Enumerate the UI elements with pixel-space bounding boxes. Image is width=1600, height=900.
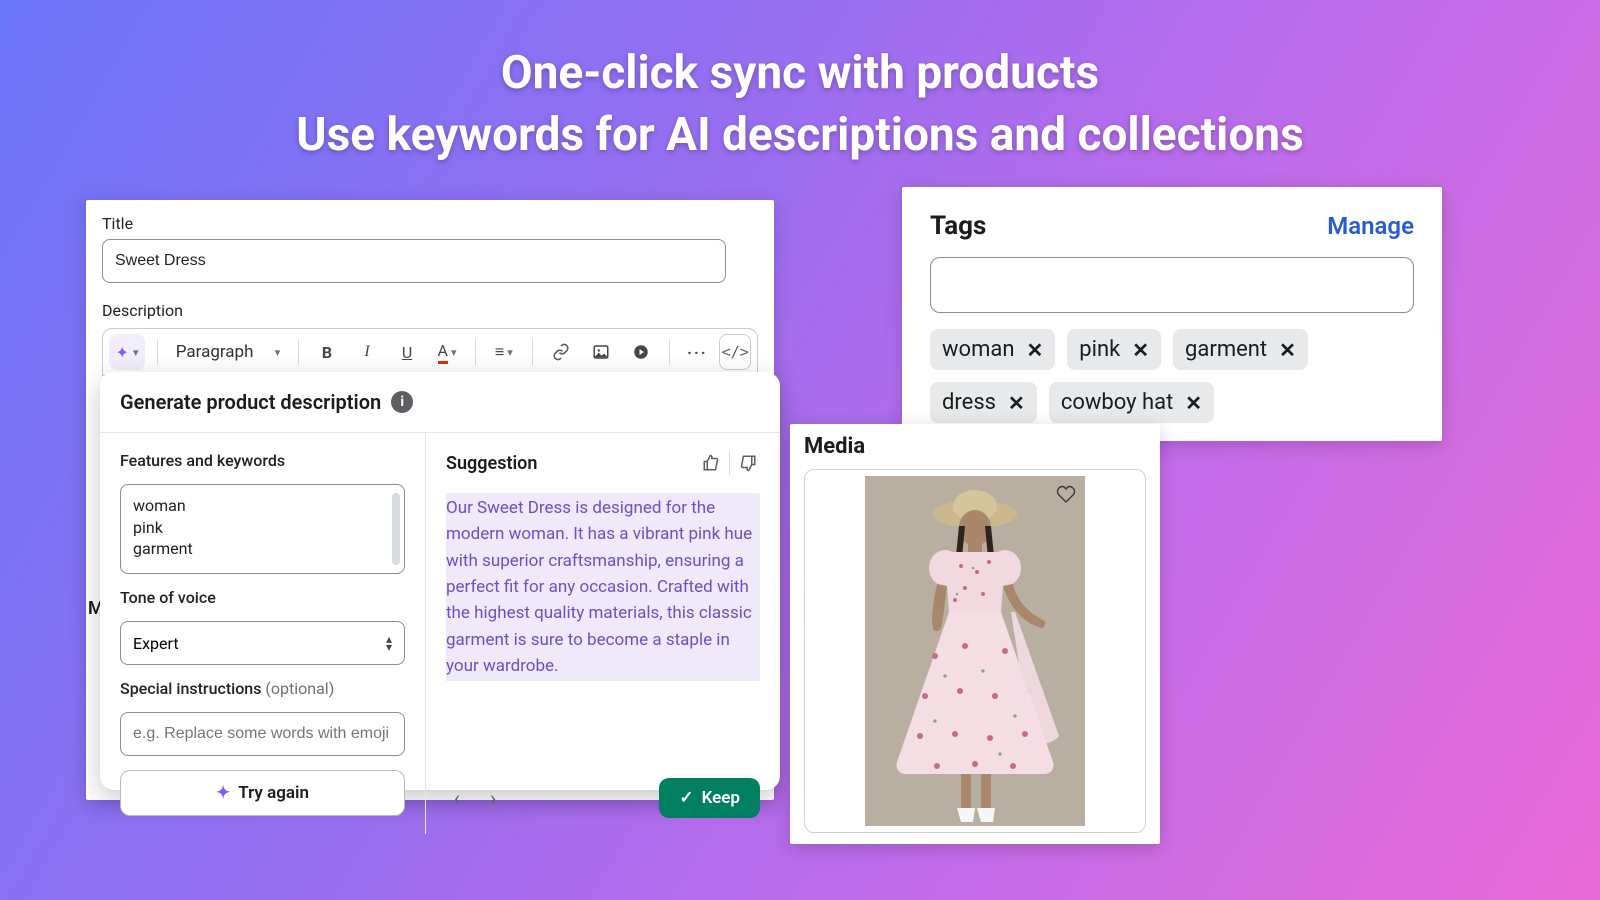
- generate-description-popover: Generate product description i Features …: [100, 372, 780, 790]
- marketing-headline: One-click sync with products Use keyword…: [0, 0, 1600, 166]
- italic-button[interactable]: I: [349, 334, 385, 370]
- video-button[interactable]: [623, 334, 659, 370]
- toolbar-separator: [298, 339, 299, 365]
- tag-list: woman ✕ pink ✕ garment ✕ dress ✕ cowboy hat ✕: [930, 329, 1414, 423]
- remove-tag-button[interactable]: ✕: [1185, 391, 1202, 415]
- generate-heading: Generate product description i: [100, 372, 780, 433]
- align-button[interactable]: ≡▾: [486, 334, 522, 370]
- tags-title: Tags: [930, 211, 986, 241]
- headline-line-1: One-click sync with products: [0, 42, 1600, 104]
- tone-value: Expert: [133, 634, 179, 653]
- tag-chip: dress ✕: [930, 382, 1037, 423]
- next-suggestion-button[interactable]: ›: [482, 786, 504, 810]
- keep-label: Keep: [702, 788, 740, 808]
- media-title: Media: [804, 434, 1146, 459]
- rich-text-toolbar: ✦▾ Paragraph ▾ B I U A▾ ≡▾ ···: [102, 328, 758, 376]
- toolbar-separator: [669, 339, 670, 365]
- thumbs-up-button[interactable]: [699, 451, 723, 475]
- features-label: Features and keywords: [120, 451, 405, 470]
- tags-input[interactable]: [930, 257, 1414, 313]
- remove-tag-button[interactable]: ✕: [1132, 338, 1149, 362]
- info-icon[interactable]: i: [391, 391, 413, 413]
- headline-line-2: Use keywords for AI descriptions and col…: [0, 104, 1600, 166]
- bold-button[interactable]: B: [309, 334, 345, 370]
- chevron-down-icon: ▾: [275, 346, 281, 359]
- tag-label: cowboy hat: [1061, 390, 1173, 415]
- suggestion-label: Suggestion: [446, 453, 537, 474]
- manage-tags-link[interactable]: Manage: [1327, 212, 1414, 240]
- media-panel: Media: [790, 424, 1160, 844]
- instructions-label: Special instructions (optional): [120, 679, 405, 698]
- toolbar-separator: [475, 339, 476, 365]
- link-button[interactable]: [543, 334, 579, 370]
- paragraph-style-dropdown[interactable]: Paragraph ▾: [168, 334, 288, 370]
- remove-tag-button[interactable]: ✕: [1027, 338, 1044, 362]
- tags-panel: Tags Manage woman ✕ pink ✕ garment ✕ dress ✕…: [902, 187, 1442, 441]
- tag-chip: garment ✕: [1173, 329, 1308, 370]
- title-input[interactable]: [102, 239, 726, 283]
- keep-button[interactable]: ✓ Keep: [659, 778, 760, 818]
- sparkle-icon: ✦: [216, 783, 230, 803]
- prev-suggestion-button[interactable]: ‹: [446, 786, 468, 810]
- tag-label: garment: [1185, 337, 1267, 362]
- check-icon: ✓: [679, 788, 693, 808]
- instructions-input[interactable]: [120, 712, 405, 756]
- underline-button[interactable]: U: [389, 334, 425, 370]
- tag-chip: pink ✕: [1067, 329, 1161, 370]
- thumbs-down-button[interactable]: [736, 451, 760, 475]
- product-image: [865, 476, 1085, 826]
- text-color-button[interactable]: A▾: [429, 334, 465, 370]
- tag-chip: cowboy hat ✕: [1049, 382, 1214, 423]
- ai-sparkle-button[interactable]: ✦▾: [109, 334, 145, 370]
- tag-label: dress: [942, 390, 996, 415]
- toolbar-separator: [532, 339, 533, 365]
- remove-tag-button[interactable]: ✕: [1008, 391, 1025, 415]
- select-updown-icon: ▴▾: [386, 635, 392, 652]
- description-label: Description: [102, 301, 758, 320]
- remove-tag-button[interactable]: ✕: [1279, 338, 1296, 362]
- tag-label: pink: [1079, 337, 1120, 362]
- tone-select[interactable]: Expert ▴▾: [120, 621, 405, 665]
- tag-label: woman: [942, 337, 1015, 362]
- title-label: Title: [102, 214, 758, 233]
- code-view-button[interactable]: </>: [719, 334, 751, 370]
- generate-form: Features and keywords woman pink garment…: [100, 433, 426, 834]
- more-button[interactable]: ···: [679, 334, 715, 370]
- tone-label: Tone of voice: [120, 588, 405, 607]
- toolbar-separator: [157, 339, 158, 365]
- image-button[interactable]: [583, 334, 619, 370]
- features-textarea[interactable]: woman pink garment: [120, 484, 405, 574]
- paragraph-style-label: Paragraph: [176, 342, 254, 362]
- generate-heading-text: Generate product description: [120, 390, 381, 414]
- tag-chip: woman ✕: [930, 329, 1055, 370]
- generate-suggestion-pane: Suggestion Our Sweet Dress is designed f…: [426, 433, 780, 834]
- media-thumbnail[interactable]: [804, 469, 1146, 833]
- suggestion-text[interactable]: Our Sweet Dress is designed for the mode…: [446, 493, 760, 681]
- try-again-label: Try again: [238, 783, 309, 803]
- try-again-button[interactable]: ✦ Try again: [120, 770, 405, 816]
